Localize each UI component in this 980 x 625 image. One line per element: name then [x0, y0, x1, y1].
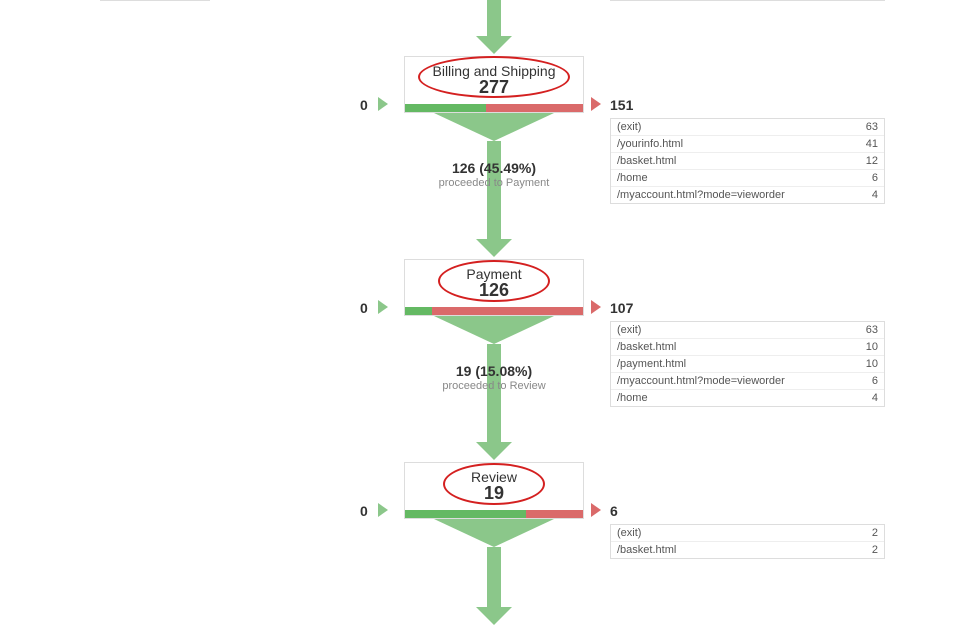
funnel-shape — [434, 113, 554, 141]
step-3-in-count: 0 — [360, 503, 368, 519]
arrow-step-1-to-2 — [487, 141, 501, 239]
in-arrow-icon — [378, 300, 388, 314]
step-1-in-count: 0 — [360, 97, 368, 113]
exit-path: (exit) — [617, 324, 641, 336]
exit-count: 41 — [866, 138, 878, 150]
in-arrow-icon — [378, 503, 388, 517]
exit-count: 4 — [872, 189, 878, 201]
prev-step-ghost-right — [610, 0, 885, 12]
exit-count: 63 — [866, 324, 878, 336]
exit-count: 10 — [866, 341, 878, 353]
between-label-1: 126 (45.49%) proceeded to Payment — [394, 160, 594, 189]
step-1-out-count: 151 — [610, 97, 633, 113]
out-arrow-icon — [591, 97, 601, 111]
between-label-2: 19 (15.08%) proceeded to Review — [394, 363, 594, 392]
exit-path: /yourinfo.html — [617, 138, 683, 150]
exit-count: 6 — [872, 172, 878, 184]
exit-path: /basket.html — [617, 155, 676, 167]
step-3-out-count: 6 — [610, 503, 618, 519]
step-box-billing-shipping[interactable]: Billing and Shipping 277 — [404, 56, 584, 113]
funnel-shape — [434, 519, 554, 547]
exit-row[interactable]: (exit) 63 — [611, 119, 884, 136]
exit-count: 12 — [866, 155, 878, 167]
exit-count: 63 — [866, 121, 878, 133]
out-arrow-icon — [591, 503, 601, 517]
exit-path: /home — [617, 172, 648, 184]
exit-row[interactable]: /payment.html 10 — [611, 356, 884, 373]
exit-row[interactable]: /basket.html 12 — [611, 153, 884, 170]
funnel-shape — [434, 316, 554, 344]
between-sub: proceeded to Review — [394, 380, 594, 392]
exit-row[interactable]: /yourinfo.html 41 — [611, 136, 884, 153]
exit-count: 2 — [872, 527, 878, 539]
exit-path: /basket.html — [617, 544, 676, 556]
step-count: 277 — [405, 77, 583, 98]
step-progress-bar — [405, 307, 583, 315]
step-box-review[interactable]: Review 19 — [404, 462, 584, 519]
bar-dropped — [526, 510, 583, 518]
arrow-step-2-to-3 — [487, 344, 501, 442]
step-box-payment[interactable]: Payment 126 — [404, 259, 584, 316]
bar-dropped — [432, 307, 583, 315]
exit-row[interactable]: /home 6 — [611, 170, 884, 187]
funnel-visualization: Billing and Shipping 277 0 151 (exit) 63 … — [0, 0, 980, 588]
exit-path: /basket.html — [617, 341, 676, 353]
exit-path: (exit) — [617, 121, 641, 133]
exit-row[interactable]: /home 4 — [611, 390, 884, 406]
between-main: 19 (15.08%) — [394, 363, 594, 379]
exit-row[interactable]: /basket.html 2 — [611, 542, 884, 558]
exit-row[interactable]: /basket.html 10 — [611, 339, 884, 356]
between-sub: proceeded to Payment — [394, 177, 594, 189]
step-count: 19 — [405, 483, 583, 504]
exit-path: /myaccount.html?mode=vieworder — [617, 375, 785, 387]
exit-path: /payment.html — [617, 358, 686, 370]
arrow-out-of-step-3 — [487, 547, 501, 607]
step-3-exit-table[interactable]: (exit) 2 /basket.html 2 — [610, 524, 885, 559]
exit-row[interactable]: (exit) 2 — [611, 525, 884, 542]
step-count: 126 — [405, 280, 583, 301]
exit-count: 6 — [872, 375, 878, 387]
bar-continued — [405, 510, 526, 518]
out-arrow-icon — [591, 300, 601, 314]
step-1-exit-table[interactable]: (exit) 63 /yourinfo.html 41 /basket.html 12… — [610, 118, 885, 204]
exit-row[interactable]: (exit) 63 — [611, 322, 884, 339]
bar-continued — [405, 307, 432, 315]
exit-count: 2 — [872, 544, 878, 556]
exit-path: /home — [617, 392, 648, 404]
exit-row[interactable]: /myaccount.html?mode=vieworder 6 — [611, 373, 884, 390]
exit-count: 4 — [872, 392, 878, 404]
exit-row[interactable]: /myaccount.html?mode=vieworder 4 — [611, 187, 884, 203]
exit-path: /myaccount.html?mode=vieworder — [617, 189, 785, 201]
bar-continued — [405, 104, 486, 112]
prev-step-ghost-left — [100, 0, 210, 12]
exit-count: 10 — [866, 358, 878, 370]
step-2-in-count: 0 — [360, 300, 368, 316]
step-2-out-count: 107 — [610, 300, 633, 316]
arrow-into-step-1 — [487, 0, 501, 36]
between-main: 126 (45.49%) — [394, 160, 594, 176]
exit-path: (exit) — [617, 527, 641, 539]
bar-dropped — [486, 104, 583, 112]
step-progress-bar — [405, 104, 583, 112]
step-2-exit-table[interactable]: (exit)63 /basket.html10 /payment.html10 … — [610, 321, 885, 407]
in-arrow-icon — [378, 97, 388, 111]
step-progress-bar — [405, 510, 583, 518]
